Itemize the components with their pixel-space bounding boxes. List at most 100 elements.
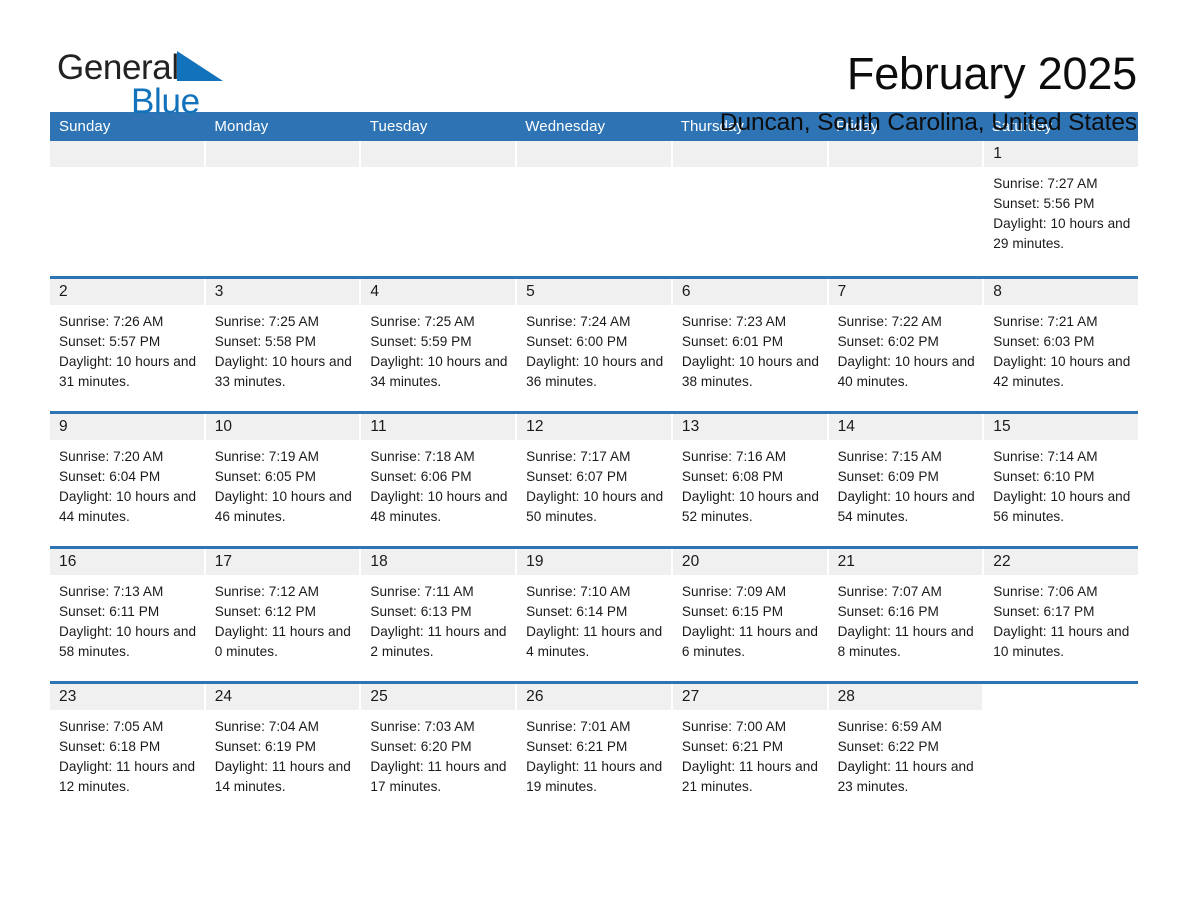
day-info: Sunrise: 6:59 AM Sunset: 6:22 PM Daylight:… [829,710,983,797]
day-cell-9[interactable]: 9 Sunrise: 7:20 AM Sunset: 6:04 PM Daylight… [50,414,204,546]
sunset-text: Sunset: 6:02 PM [837,333,939,349]
day-number: 14 [828,414,983,440]
day-cell-14[interactable]: 14 Sunrise: 7:15 AM Sunset: 6:09 PM Dayligh… [828,414,983,546]
sunrise-text: Sunrise: 7:09 AM [681,584,787,599]
daylight-text: Daylight: 10 hours and 48 minutes. [370,488,508,524]
day-number [361,141,516,167]
day-cell-27[interactable]: 27 Sunrise: 7:00 AM Sunset: 6:21 PM Dayligh… [672,684,827,816]
page-header: General Blue February 2025 Duncan, South… [0,0,1188,136]
sunset-text: Sunset: 6:21 PM [526,738,628,754]
day-cell-25[interactable]: 25 Sunrise: 7:03 AM Sunset: 6:20 PM Dayligh… [361,684,516,816]
day-cell-19[interactable]: 19 Sunrise: 7:10 AM Sunset: 6:14 PM Dayligh… [517,549,671,681]
generalblue-logo[interactable]: General Blue [57,50,287,120]
sunrise-text: Sunrise: 7:12 AM [214,584,320,599]
day-cell-empty [361,141,516,276]
daylight-text: Daylight: 10 hours and 58 minutes. [59,623,197,659]
daylight-text: Daylight: 10 hours and 33 minutes. [214,353,352,389]
sunset-text: Sunset: 6:11 PM [59,603,160,619]
day-cell-3[interactable]: 3 Sunrise: 7:25 AM Sunset: 5:58 PM Daylight… [205,279,360,411]
day-cell-6[interactable]: 6 Sunrise: 7:23 AM Sunset: 6:01 PM Daylight… [672,279,827,411]
day-info: Sunrise: 7:18 AM Sunset: 6:06 PM Daylight:… [361,440,515,527]
day-info: Sunrise: 7:20 AM Sunset: 6:04 PM Daylight:… [50,440,204,527]
day-cell-28[interactable]: 28 Sunrise: 6:59 AM Sunset: 6:22 PM Dayligh… [828,684,983,816]
day-number: 25 [361,684,516,710]
day-cell-23[interactable]: 23 Sunrise: 7:05 AM Sunset: 6:18 PM Dayligh… [50,684,204,816]
daylight-text: Daylight: 11 hours and 2 minutes. [370,623,507,659]
sunset-text: Sunset: 6:09 PM [837,468,939,484]
day-info: Sunrise: 7:07 AM Sunset: 6:16 PM Daylight:… [829,575,983,662]
day-number [205,141,360,167]
day-number: 5 [517,279,671,305]
day-info: Sunrise: 7:15 AM Sunset: 6:09 PM Daylight:… [829,440,983,527]
sunset-text: Sunset: 6:05 PM [214,468,316,484]
sunrise-text: Sunrise: 7:05 AM [59,719,164,734]
daylight-text: Daylight: 11 hours and 6 minutes. [681,623,818,659]
day-info: Sunrise: 7:25 AM Sunset: 5:59 PM Daylight:… [361,305,515,392]
calendar-weeks: 1 Sunrise: 7:27 AM Sunset: 5:56 PM Daylight… [50,141,1138,816]
sunrise-text: Sunrise: 7:18 AM [370,449,475,464]
day-cell-18[interactable]: 18 Sunrise: 7:11 AM Sunset: 6:13 PM Dayligh… [361,549,516,681]
day-cell-12[interactable]: 12 Sunrise: 7:17 AM Sunset: 6:07 PM Dayligh… [517,414,671,546]
sunrise-text: Sunrise: 7:06 AM [993,584,1098,599]
day-number: 4 [361,279,516,305]
day-number: 27 [672,684,827,710]
day-cell-7[interactable]: 7 Sunrise: 7:22 AM Sunset: 6:02 PM Daylight… [828,279,983,411]
daylight-text: Daylight: 11 hours and 17 minutes. [370,758,507,794]
day-number: 19 [517,549,671,575]
day-cell-24[interactable]: 24 Sunrise: 7:04 AM Sunset: 6:19 PM Dayligh… [205,684,360,816]
day-cell-4[interactable]: 4 Sunrise: 7:25 AM Sunset: 5:59 PM Daylight… [361,279,516,411]
day-info: Sunrise: 7:12 AM Sunset: 6:12 PM Daylight:… [206,575,360,662]
day-cell-20[interactable]: 20 Sunrise: 7:09 AM Sunset: 6:15 PM Dayligh… [672,549,827,681]
day-cell-2[interactable]: 2 Sunrise: 7:26 AM Sunset: 5:57 PM Daylight… [50,279,204,411]
day-cell-1[interactable]: 1 Sunrise: 7:27 AM Sunset: 5:56 PM Daylight… [984,141,1138,276]
day-cell-empty [828,141,983,276]
sunrise-text: Sunrise: 7:00 AM [681,719,787,734]
day-cell-17[interactable]: 17 Sunrise: 7:12 AM Sunset: 6:12 PM Dayligh… [205,549,360,681]
day-cell-13[interactable]: 13 Sunrise: 7:16 AM Sunset: 6:08 PM Dayligh… [672,414,827,546]
day-info: Sunrise: 7:17 AM Sunset: 6:07 PM Daylight:… [517,440,671,527]
day-number: 3 [205,279,360,305]
sunset-text: Sunset: 6:13 PM [370,603,472,619]
day-cell-16[interactable]: 16 Sunrise: 7:13 AM Sunset: 6:11 PM Dayligh… [50,549,204,681]
day-info: Sunrise: 7:10 AM Sunset: 6:14 PM Daylight:… [517,575,671,662]
day-info: Sunrise: 7:04 AM Sunset: 6:19 PM Daylight:… [206,710,360,797]
day-info: Sunrise: 7:23 AM Sunset: 6:01 PM Daylight:… [673,305,827,392]
day-cell-26[interactable]: 26 Sunrise: 7:01 AM Sunset: 6:21 PM Dayligh… [517,684,671,816]
day-cell-21[interactable]: 21 Sunrise: 7:07 AM Sunset: 6:16 PM Dayligh… [828,549,983,681]
sunset-text: Sunset: 6:21 PM [681,738,784,754]
day-cell-11[interactable]: 11 Sunrise: 7:18 AM Sunset: 6:06 PM Dayligh… [361,414,516,546]
day-cell-8[interactable]: 8 Sunrise: 7:21 AM Sunset: 6:03 PM Daylight… [984,279,1138,411]
day-info: Sunrise: 7:05 AM Sunset: 6:18 PM Daylight:… [50,710,204,797]
sunrise-text: Sunrise: 6:59 AM [837,719,942,734]
sunrise-text: Sunrise: 7:20 AM [59,449,164,464]
day-info: Sunrise: 7:26 AM Sunset: 5:57 PM Daylight:… [50,305,204,392]
day-info: Sunrise: 7:24 AM Sunset: 6:00 PM Daylight:… [517,305,671,392]
day-number: 26 [517,684,671,710]
daylight-text: Daylight: 10 hours and 36 minutes. [526,353,664,389]
day-cell-22[interactable]: 22 Sunrise: 7:06 AM Sunset: 6:17 PM Dayligh… [984,549,1138,681]
daylight-text: Daylight: 10 hours and 54 minutes. [837,488,975,524]
sunset-text: Sunset: 6:20 PM [370,738,472,754]
daylight-text: Daylight: 10 hours and 31 minutes. [59,353,197,389]
sunset-text: Sunset: 6:10 PM [993,468,1095,484]
sunset-text: Sunset: 6:16 PM [837,603,939,619]
logo-triangle-icon [176,51,223,87]
sunset-text: Sunset: 6:08 PM [681,468,784,484]
day-cell-empty [205,141,360,276]
day-number: 18 [361,549,516,575]
daylight-text: Daylight: 11 hours and 8 minutes. [837,623,974,659]
day-number: 24 [205,684,360,710]
day-cell-5[interactable]: 5 Sunrise: 7:24 AM Sunset: 6:00 PM Daylight… [517,279,671,411]
daylight-text: Daylight: 10 hours and 38 minutes. [681,353,819,389]
day-info: Sunrise: 7:19 AM Sunset: 6:05 PM Daylight:… [206,440,360,527]
daylight-text: Daylight: 10 hours and 42 minutes. [993,353,1131,389]
sunrise-text: Sunrise: 7:25 AM [214,314,320,329]
day-number [828,141,983,167]
day-cell-15[interactable]: 15 Sunrise: 7:14 AM Sunset: 6:10 PM Dayligh… [984,414,1138,546]
sunset-text: Sunset: 6:00 PM [526,333,628,349]
day-cell-10[interactable]: 10 Sunrise: 7:19 AM Sunset: 6:05 PM Dayligh… [205,414,360,546]
sunrise-text: Sunrise: 7:15 AM [837,449,942,464]
week-row: 1 Sunrise: 7:27 AM Sunset: 5:56 PM Daylight… [50,141,1138,276]
day-cell-empty [517,141,671,276]
sunset-text: Sunset: 6:15 PM [681,603,784,619]
